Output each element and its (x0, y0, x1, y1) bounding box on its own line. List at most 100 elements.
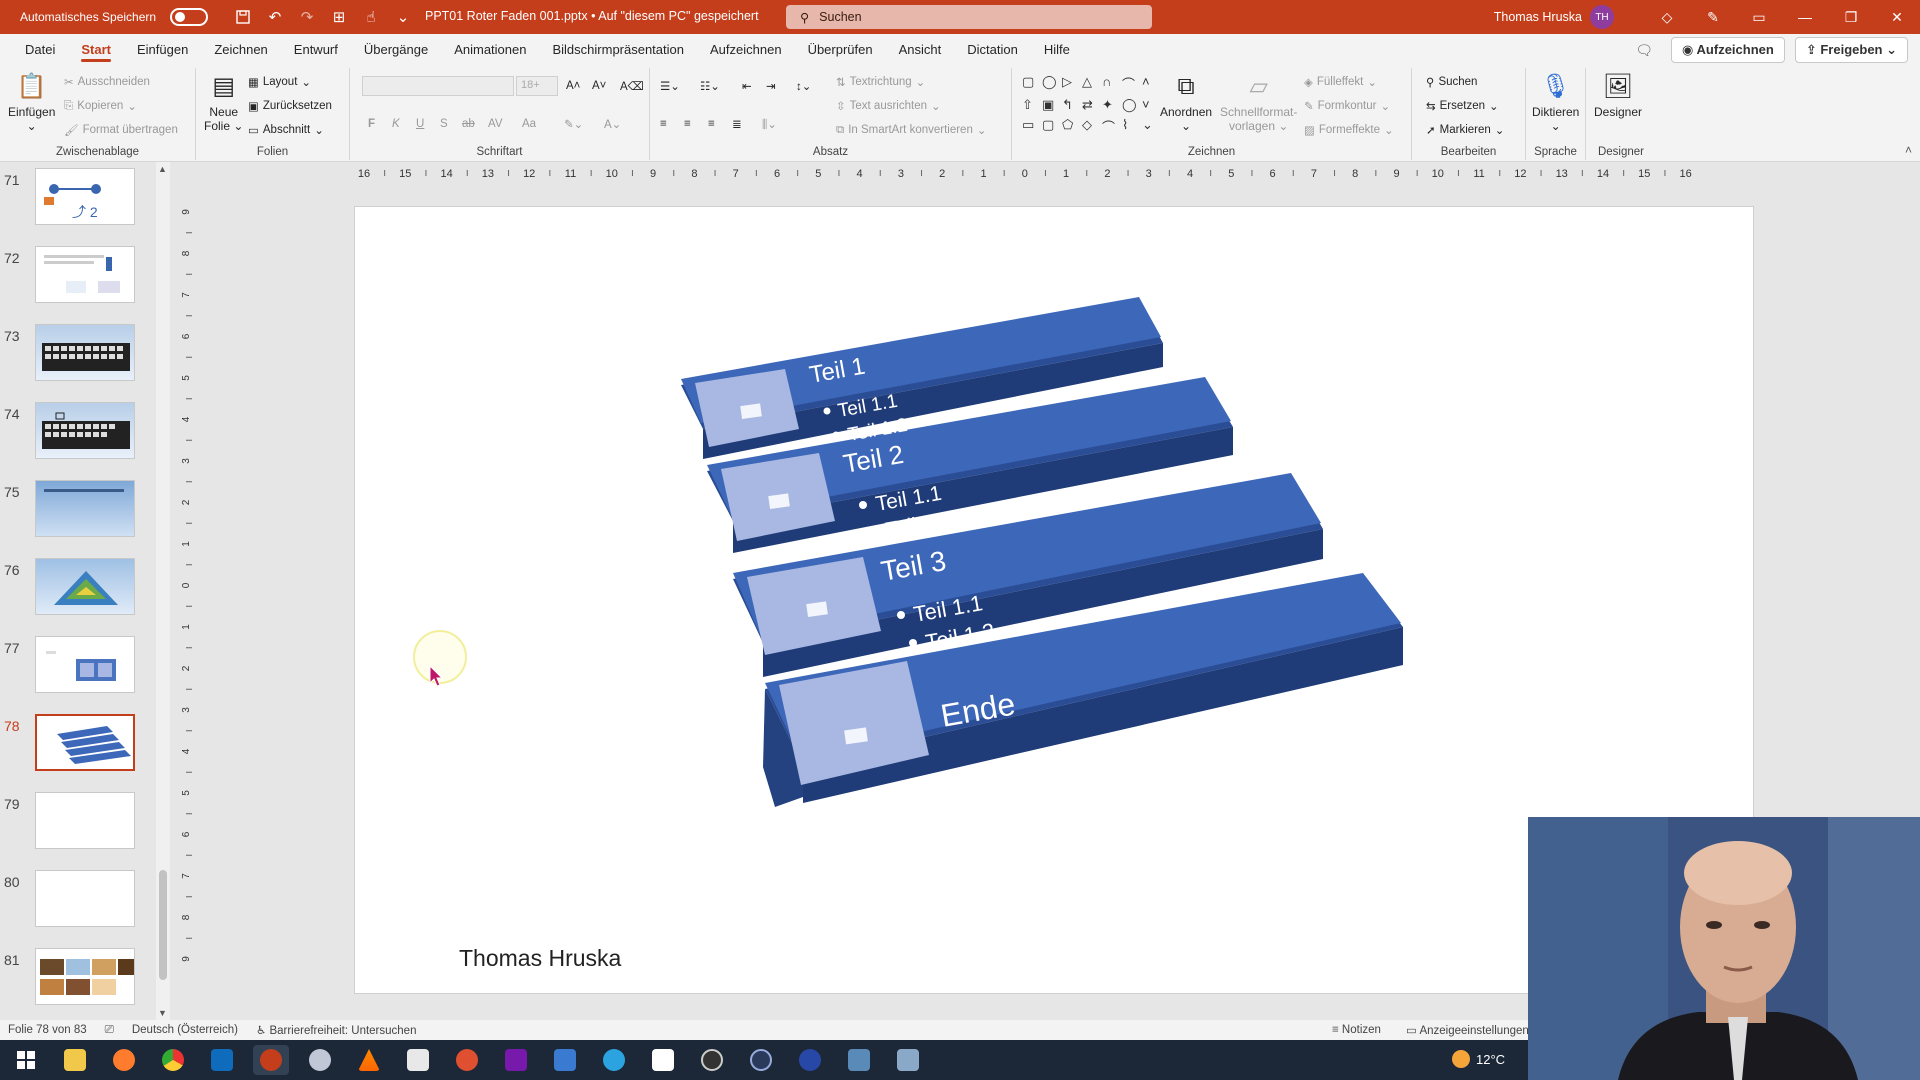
scroll-down-icon[interactable]: ▼ (158, 1008, 167, 1018)
tab-dictation[interactable]: Dictation (954, 34, 1031, 64)
grow-font-icon[interactable]: A˄ (566, 76, 580, 96)
chrome-icon[interactable] (155, 1045, 191, 1075)
copy-button[interactable]: ⎘ Kopieren ⌄ (64, 96, 137, 116)
slide-thumbnail[interactable] (35, 870, 135, 927)
slide-thumbnail[interactable] (35, 246, 135, 303)
tab-ueberpruefen[interactable]: Überprüfen (795, 34, 886, 64)
redo-icon[interactable]: ↷ (296, 6, 318, 28)
app-icon[interactable] (449, 1045, 485, 1075)
bold-button[interactable]: F (368, 114, 375, 134)
thumbnail-row[interactable]: 78 (0, 712, 150, 772)
app-icon[interactable] (302, 1045, 338, 1075)
font-color-icon[interactable]: A⌄ (604, 114, 621, 134)
slide-thumbnail[interactable] (35, 948, 135, 1005)
thumbnail-row[interactable]: 73 (0, 322, 150, 382)
align-left-icon[interactable]: ≡ (660, 114, 667, 134)
thumbnail-row[interactable]: 71 ⤴ 2 (0, 166, 150, 226)
underline-button[interactable]: U (416, 114, 424, 134)
slide-thumbnail[interactable] (35, 558, 135, 615)
slide-thumbnail[interactable]: ⤴ 2 (35, 168, 135, 225)
tab-start[interactable]: Start (68, 34, 124, 64)
accessibility-button[interactable]: ♿ Barrierefreiheit: Untersuchen (256, 1023, 417, 1037)
strikethrough-button[interactable]: ab (462, 114, 475, 134)
present-icon[interactable]: ⊞ (328, 6, 350, 28)
font-family-select[interactable] (362, 76, 514, 96)
app-icon[interactable] (743, 1045, 779, 1075)
tab-zeichnen[interactable]: Zeichnen (201, 34, 280, 64)
spellcheck-icon[interactable]: ⎚ (105, 1024, 114, 1037)
tab-ansicht[interactable]: Ansicht (886, 34, 955, 64)
thumbnail-row[interactable]: 74 (0, 400, 150, 460)
slide-thumbnail[interactable] (35, 324, 135, 381)
touch-mode-icon[interactable]: ☝ (360, 6, 382, 28)
decrease-indent-icon[interactable]: ⇤ (742, 76, 752, 96)
shape-outline-button[interactable]: ✎ Formkontur ⌄ (1304, 96, 1390, 116)
shadow-button[interactable]: S (440, 114, 448, 134)
tab-aufzeichnen[interactable]: Aufzeichnen (697, 34, 795, 64)
tab-bildschirmpraesentation[interactable]: Bildschirmpräsentation (539, 34, 697, 64)
thumbnail-row[interactable]: 75 (0, 478, 150, 538)
slide-thumbnail[interactable] (35, 792, 135, 849)
columns-icon[interactable]: ⫼⌄ (762, 114, 777, 134)
share-button[interactable]: ⇪ Freigeben ⌄ (1794, 37, 1908, 63)
outlook-icon[interactable] (204, 1045, 240, 1075)
thumbnail-scrollbar[interactable]: ▲ ▼ (156, 162, 170, 1020)
language-indicator[interactable]: Deutsch (Österreich) (132, 1024, 238, 1036)
scroll-up-icon[interactable]: ▲ (158, 164, 167, 174)
author-name[interactable]: Thomas Hruska (459, 945, 621, 972)
align-center-icon[interactable]: ≡ (684, 114, 691, 134)
section-button[interactable]: ▭ Abschnitt ⌄ (248, 120, 324, 140)
thumbnail-row[interactable]: 80 (0, 868, 150, 928)
quick-styles-button[interactable]: ▱ Schnellformat- vorlagen ⌄ (1220, 72, 1297, 134)
bullets-icon[interactable]: ☰⌄ (660, 76, 680, 96)
app-icon[interactable] (645, 1045, 681, 1075)
autosave-toggle[interactable] (170, 8, 209, 26)
smartart-button[interactable]: ⧉ In SmartArt konvertieren ⌄ (836, 120, 987, 140)
thumbnail-row[interactable]: 79 (0, 790, 150, 850)
thumbnail-row[interactable]: 72 (0, 244, 150, 304)
tab-einfuegen[interactable]: Einfügen (124, 34, 201, 64)
shape-effects-button[interactable]: ▨ Formeffekte ⌄ (1304, 120, 1394, 140)
customize-qat-icon[interactable]: ⌄ (392, 6, 414, 28)
powerpoint-icon[interactable] (253, 1045, 289, 1075)
char-spacing-button[interactable]: AV (488, 114, 503, 134)
slide-thumbnail-current[interactable] (35, 714, 135, 771)
app-icon[interactable] (400, 1045, 436, 1075)
change-case-button[interactable]: Aa (522, 114, 536, 134)
app-icon[interactable] (841, 1045, 877, 1075)
avatar[interactable]: TH (1590, 5, 1614, 29)
align-right-icon[interactable]: ≡ (708, 114, 715, 134)
tab-animationen[interactable]: Animationen (441, 34, 539, 64)
dictate-button[interactable]: 🎙 Diktieren ⌄ (1532, 72, 1579, 134)
file-explorer-icon[interactable] (57, 1045, 93, 1075)
thumbnail-row[interactable]: 81 (0, 946, 150, 1006)
display-settings-button[interactable]: ▭ Anzeigeeinstellungen (1406, 1023, 1529, 1037)
visio-icon[interactable] (547, 1045, 583, 1075)
telegram-icon[interactable] (596, 1045, 632, 1075)
cut-button[interactable]: ✂ Ausschneiden (64, 72, 150, 92)
document-title[interactable]: PPT01 Roter Faden 001.pptx • Auf "diesem… (425, 9, 759, 23)
layout-button[interactable]: ▦ Layout ⌄ (248, 72, 311, 92)
notes-button[interactable]: ≡ Notizen (1332, 1024, 1381, 1036)
line-spacing-icon[interactable]: ↕⌄ (796, 76, 811, 96)
replace-button[interactable]: ⇆ Ersetzen ⌄ (1426, 96, 1499, 116)
obs-icon[interactable] (694, 1045, 730, 1075)
reset-button[interactable]: ▣ Zurücksetzen (248, 96, 332, 116)
app-icon[interactable] (792, 1045, 828, 1075)
slide-thumbnail[interactable] (35, 480, 135, 537)
paste-button[interactable]: 📋 Einfügen ⌄ (8, 72, 55, 134)
arrange-button[interactable]: ⧉ Anordnen ⌄ (1160, 72, 1212, 134)
italic-button[interactable]: K (392, 114, 400, 134)
designer-button[interactable]: 🖼 Designer (1594, 72, 1642, 120)
minimize-button[interactable]: — (1782, 0, 1828, 34)
pen-icon[interactable]: ✎ (1690, 0, 1736, 34)
shrink-font-icon[interactable]: A˅ (592, 76, 606, 96)
windows-start-icon[interactable] (8, 1045, 44, 1075)
diamond-icon[interactable]: ◇ (1644, 0, 1690, 34)
tab-hilfe[interactable]: Hilfe (1031, 34, 1083, 64)
tab-uebergaenge[interactable]: Übergänge (351, 34, 441, 64)
save-icon[interactable] (232, 6, 254, 28)
tab-entwurf[interactable]: Entwurf (281, 34, 351, 64)
scrollbar-thumb[interactable] (159, 870, 167, 980)
firefox-icon[interactable] (106, 1045, 142, 1075)
